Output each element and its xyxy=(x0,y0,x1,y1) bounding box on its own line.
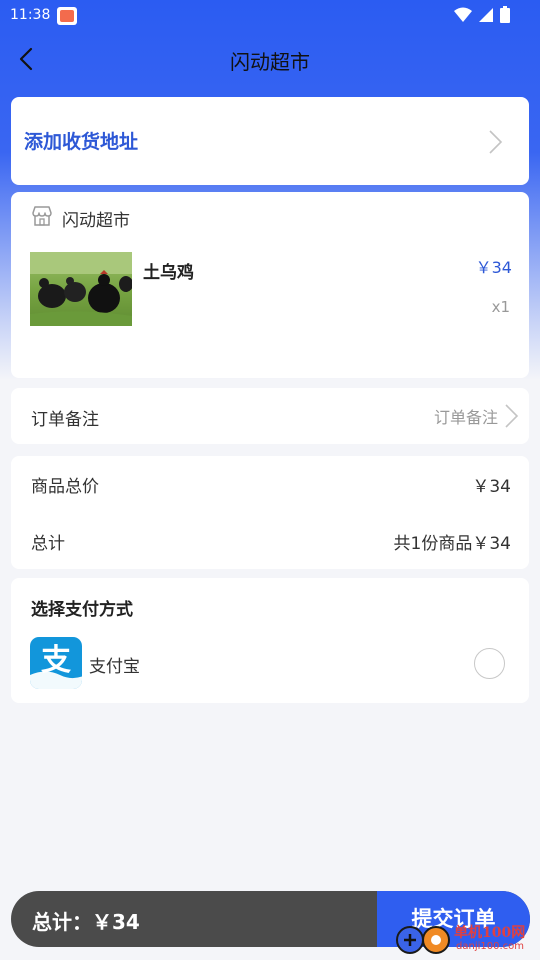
watermark-text: 单机100网 xyxy=(454,925,526,941)
notification-app-icon xyxy=(57,7,77,25)
product-quantity: x1 xyxy=(491,298,510,316)
site-watermark: 单机100网 danji100.com xyxy=(394,920,540,960)
alipay-label: 支付宝 xyxy=(89,657,140,677)
watermark-url: danji100.com xyxy=(456,941,524,952)
chevron-right-icon xyxy=(489,130,503,154)
battery-icon xyxy=(500,6,510,23)
product-image[interactable] xyxy=(30,252,132,326)
status-time: 11:38 xyxy=(10,7,51,23)
page-title: 闪动超市 xyxy=(230,50,310,74)
watermark-logo-icon xyxy=(396,926,450,954)
status-indicators xyxy=(454,6,510,23)
store-icon xyxy=(32,206,52,226)
black-chicken-photo xyxy=(30,252,132,326)
signal-icon xyxy=(479,7,493,22)
product-price: ￥34 xyxy=(475,258,512,277)
wifi-icon xyxy=(454,7,472,22)
price-summary-card: 商品总价 ￥34 总计 共1份商品￥34 xyxy=(11,456,529,569)
chevron-right-icon xyxy=(505,404,519,428)
navigation-bar: 闪动超市 xyxy=(0,36,540,84)
product-name: 土乌鸡 xyxy=(143,263,194,283)
add-address-label: 添加收货地址 xyxy=(24,131,139,153)
store-order-card: 闪动超市 土乌鸡 ￥34 x1 xyxy=(11,192,529,378)
alipay-radio[interactable] xyxy=(474,648,505,679)
payment-method-card: 选择支付方式 支 支付宝 xyxy=(11,578,529,703)
grand-total-label: 总计 xyxy=(31,534,65,554)
order-remark-row[interactable]: 订单备注 订单备注 xyxy=(11,388,529,444)
payment-section-title: 选择支付方式 xyxy=(31,600,133,620)
grand-total-value: 共1份商品￥34 xyxy=(393,534,511,554)
alipay-glyph: 支 xyxy=(41,643,71,678)
goods-total-value: ￥34 xyxy=(472,477,511,497)
goods-total-label: 商品总价 xyxy=(31,477,99,497)
add-address-card[interactable]: 添加收货地址 xyxy=(11,97,529,185)
checkout-total: 总计：￥34 xyxy=(32,910,140,934)
store-name: 闪动超市 xyxy=(62,211,130,231)
alipay-icon: 支 xyxy=(30,637,82,689)
order-remark-label: 订单备注 xyxy=(31,410,99,430)
order-remark-input[interactable]: 订单备注 xyxy=(434,404,498,428)
status-bar: 11:38 xyxy=(0,0,540,32)
